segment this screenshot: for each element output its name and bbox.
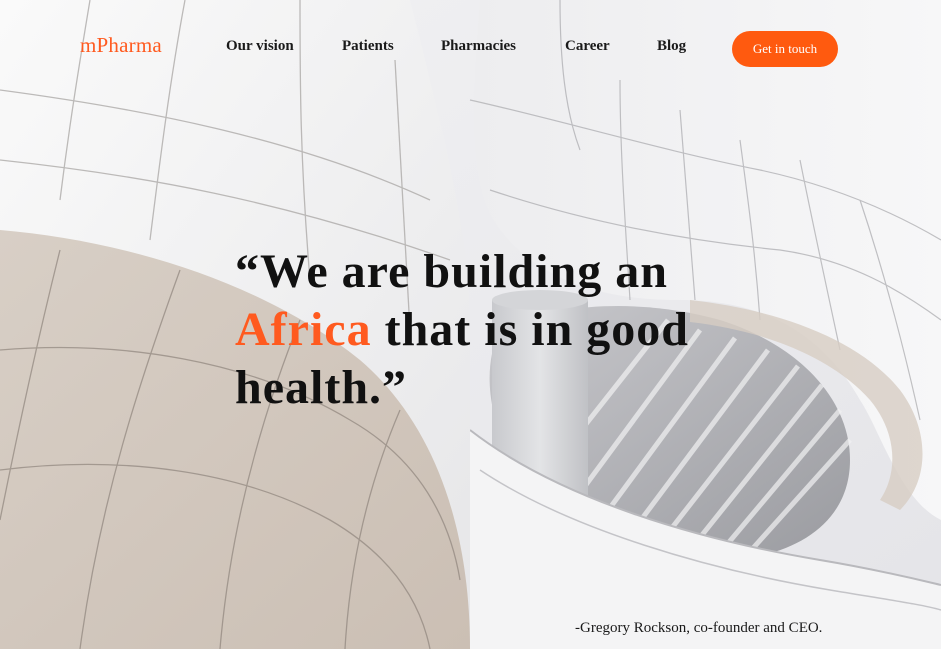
quote-accent-word: Africa [235,303,372,356]
close-quote-mark: ” [382,361,408,414]
quote-line-3: health. [235,361,383,414]
top-navigation: mPharma Our vision Patients Pharmacies C… [0,0,941,96]
quote-line-2: that is in good [371,303,689,356]
hero-section: mPharma Our vision Patients Pharmacies C… [0,0,941,649]
hero-quote: “We are building an Africa that is in goo… [235,243,755,417]
open-quote-mark: “ [235,245,260,298]
nav-link-blog[interactable]: Blog [657,38,686,55]
brand-logo[interactable]: mPharma [80,33,162,58]
nav-link-our-vision[interactable]: Our vision [226,38,294,55]
nav-link-career[interactable]: Career [565,38,610,55]
quote-attribution: -Gregory Rockson, co-founder and CEO. [575,620,823,636]
get-in-touch-button[interactable]: Get in touch [732,31,838,67]
nav-link-patients[interactable]: Patients [342,38,394,55]
quote-line-1: We are building an [260,245,668,298]
nav-link-pharmacies[interactable]: Pharmacies [441,38,516,55]
